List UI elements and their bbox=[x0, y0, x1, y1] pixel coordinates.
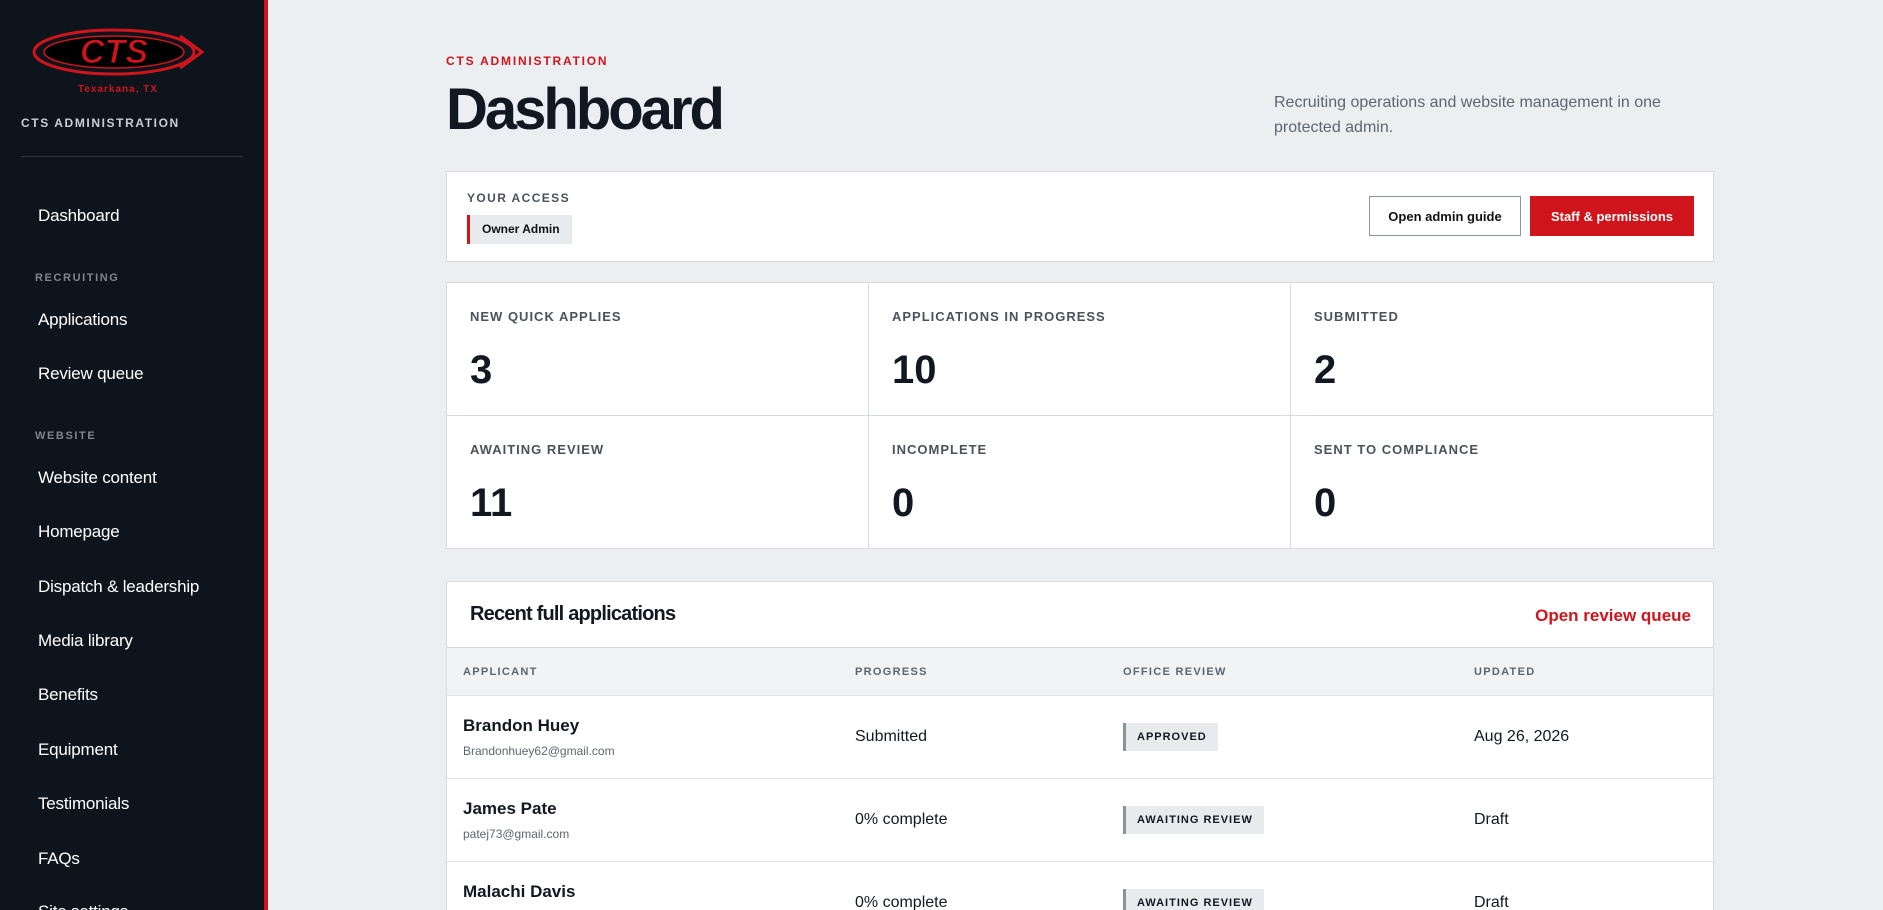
panel-header: Recent full applications Open review que… bbox=[447, 582, 1713, 648]
updated-cell: Draft bbox=[1474, 811, 1509, 828]
sidebar-item-homepage[interactable]: Homepage bbox=[38, 522, 120, 542]
sidebar-item-faqs[interactable]: FAQs bbox=[38, 849, 80, 869]
stat-label: SENT TO COMPLIANCE bbox=[1314, 442, 1480, 457]
applicant-name[interactable]: James Pate bbox=[463, 799, 557, 819]
applicant-email: patej73@gmail.com bbox=[463, 827, 570, 841]
table-row[interactable]: Brandon Huey Brandonhuey62@gmail.com Sub… bbox=[447, 696, 1713, 779]
column-header-progress[interactable]: PROGRESS bbox=[855, 666, 928, 678]
stat-value: 11 bbox=[470, 481, 513, 525]
page-title: Dashboard bbox=[446, 77, 725, 142]
sidebar-item-website-content[interactable]: Website content bbox=[38, 468, 157, 488]
stat-value: 0 bbox=[1314, 481, 1337, 525]
progress-cell: Submitted bbox=[855, 728, 928, 745]
page-description: Recruiting operations and website manage… bbox=[1274, 94, 1661, 136]
stat-incomplete: INCOMPLETE 0 bbox=[869, 416, 1291, 549]
updated-cell: Aug 26, 2026 bbox=[1474, 728, 1570, 745]
sidebar-item-applications[interactable]: Applications bbox=[38, 310, 127, 330]
table-row[interactable]: Malachi Davis 0% complete AWAITING REVIE… bbox=[447, 862, 1713, 910]
stat-awaiting-review: AWAITING REVIEW 11 bbox=[447, 416, 869, 549]
page-eyebrow: CTS ADMINISTRATION bbox=[446, 54, 609, 68]
brand-title: CTS ADMINISTRATION bbox=[21, 116, 180, 130]
svg-text:CTS: CTS bbox=[80, 33, 148, 71]
sidebar-item-equipment[interactable]: Equipment bbox=[38, 740, 118, 760]
stat-submitted: SUBMITTED 2 bbox=[1291, 283, 1713, 416]
applicant-email: Brandonhuey62@gmail.com bbox=[463, 744, 615, 758]
stats-grid: NEW QUICK APPLIES 3 APPLICATIONS IN PROG… bbox=[446, 282, 1714, 549]
sidebar-item-review-queue[interactable]: Review queue bbox=[38, 364, 144, 384]
cts-logo[interactable]: CTS Texarkana, TX bbox=[30, 26, 206, 98]
sidebar-item-benefits[interactable]: Benefits bbox=[38, 685, 98, 705]
column-header-office-review[interactable]: OFFICE REVIEW bbox=[1123, 666, 1227, 678]
role-badge: Owner Admin bbox=[467, 215, 572, 244]
open-review-queue-link[interactable]: Open review queue bbox=[1535, 606, 1691, 626]
sidebar: CTS Texarkana, TX CTS ADMINISTRATION Das… bbox=[0, 0, 268, 910]
access-card: YOUR ACCESS Owner Admin Open admin guide… bbox=[446, 171, 1714, 262]
sidebar-divider bbox=[21, 156, 243, 157]
stat-label: SUBMITTED bbox=[1314, 309, 1399, 324]
stat-applications-in-progress: APPLICATIONS IN PROGRESS 10 bbox=[869, 283, 1291, 416]
column-header-applicant[interactable]: APPLICANT bbox=[463, 666, 538, 678]
stat-value: 3 bbox=[470, 348, 493, 392]
stat-label: NEW QUICK APPLIES bbox=[470, 309, 622, 324]
logo-tagline: Texarkana, TX bbox=[77, 84, 159, 95]
status-badge: AWAITING REVIEW bbox=[1123, 806, 1264, 834]
progress-cell: 0% complete bbox=[855, 894, 948, 910]
table-header: APPLICANT PROGRESS OFFICE REVIEW UPDATED bbox=[447, 648, 1713, 696]
stat-label: AWAITING REVIEW bbox=[470, 442, 605, 457]
recent-applications-panel: Recent full applications Open review que… bbox=[446, 581, 1714, 910]
stat-new-quick-applies: NEW QUICK APPLIES 3 bbox=[447, 283, 869, 416]
stat-value: 10 bbox=[892, 348, 937, 392]
open-admin-guide-button[interactable]: Open admin guide bbox=[1369, 196, 1521, 236]
applicant-name[interactable]: Malachi Davis bbox=[463, 882, 575, 902]
panel-title: Recent full applications bbox=[470, 603, 676, 625]
stat-value: 2 bbox=[1314, 348, 1337, 392]
access-label: YOUR ACCESS bbox=[467, 191, 570, 205]
sidebar-section-recruiting: RECRUITING bbox=[35, 272, 120, 284]
status-badge: AWAITING REVIEW bbox=[1123, 889, 1264, 910]
updated-cell: Draft bbox=[1474, 894, 1509, 910]
logo-mark-icon: CTS bbox=[32, 28, 205, 76]
progress-cell: 0% complete bbox=[855, 811, 948, 828]
stat-label: APPLICATIONS IN PROGRESS bbox=[892, 309, 1106, 324]
stat-sent-to-compliance: SENT TO COMPLIANCE 0 bbox=[1291, 416, 1713, 549]
sidebar-section-website: WEBSITE bbox=[35, 430, 97, 442]
status-badge: APPROVED bbox=[1123, 723, 1218, 751]
column-header-updated[interactable]: UPDATED bbox=[1474, 666, 1535, 678]
sidebar-item-dashboard[interactable]: Dashboard bbox=[38, 206, 120, 226]
applicant-name[interactable]: Brandon Huey bbox=[463, 716, 579, 736]
stat-value: 0 bbox=[892, 481, 915, 525]
sidebar-item-media-library[interactable]: Media library bbox=[38, 631, 133, 651]
staff-permissions-button[interactable]: Staff & permissions bbox=[1530, 196, 1694, 236]
sidebar-item-dispatch-leadership[interactable]: Dispatch & leadership bbox=[38, 577, 199, 597]
table-row[interactable]: James Pate patej73@gmail.com 0% complete… bbox=[447, 779, 1713, 862]
sidebar-item-site-settings[interactable]: Site settings bbox=[38, 902, 128, 910]
sidebar-item-testimonials[interactable]: Testimonials bbox=[38, 794, 129, 814]
stat-label: INCOMPLETE bbox=[892, 442, 988, 457]
stats-divider bbox=[447, 415, 1713, 416]
